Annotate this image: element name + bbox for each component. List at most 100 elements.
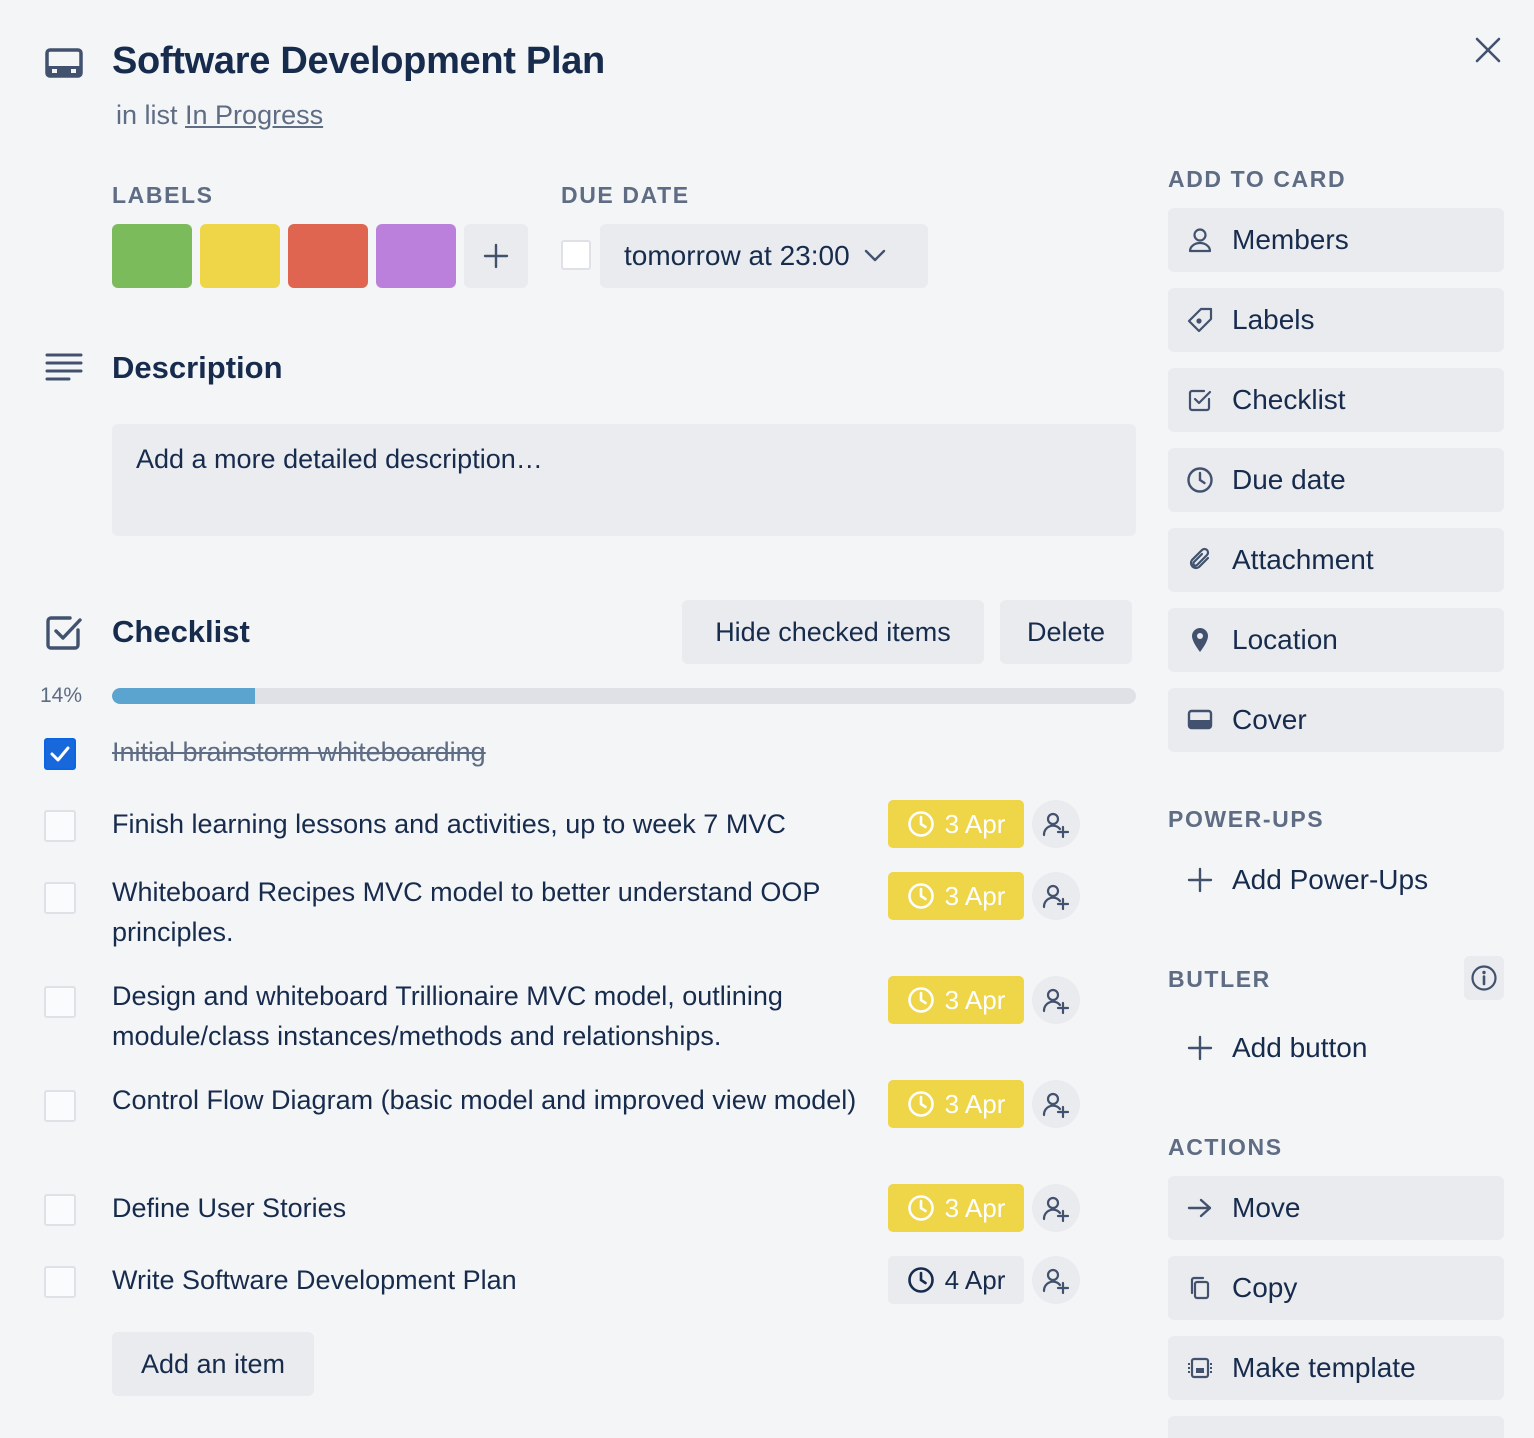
location-button-label: Location [1232,624,1338,655]
members-button-label: Members [1232,224,1349,255]
assign-member-button[interactable] [1032,872,1080,920]
checklist-progress-fill [112,688,256,704]
clock-icon [907,1267,934,1293]
checklist-item-text[interactable]: Finish learning lessons and activities, … [112,804,872,844]
due-date-sidebar-button[interactable]: Due date [1168,448,1504,512]
more-actions-button[interactable] [1168,1416,1504,1438]
power-ups-heading: POWER-UPS [1168,806,1325,832]
label-chip-purple[interactable] [376,224,456,288]
cover-icon [1187,709,1213,730]
add-member-icon [1042,988,1070,1014]
copy-button[interactable]: Copy [1168,1256,1504,1320]
item-due-badge[interactable]: 3 Apr [888,976,1024,1024]
checklist-item-text[interactable]: Whiteboard Recipes MVC model to better u… [112,872,872,952]
item-due-badge[interactable]: 3 Apr [888,872,1024,920]
due-date-complete-checkbox[interactable] [561,240,591,270]
close-button[interactable] [1466,28,1510,72]
assign-member-button[interactable] [1032,976,1080,1024]
card-title[interactable]: Software Development Plan [112,40,605,83]
checklist-heading: Checklist [112,614,250,649]
attachment-button[interactable]: Attachment [1168,528,1504,592]
cover-button[interactable]: Cover [1168,688,1504,752]
move-button[interactable]: Move [1168,1176,1504,1240]
due-date-button[interactable]: tomorrow at 23:00 [600,224,928,288]
label-chip-yellow[interactable] [200,224,280,288]
actions-heading: ACTIONS [1168,1134,1283,1160]
butler-info-button[interactable] [1464,956,1504,1000]
delete-checklist-button[interactable]: Delete [1000,600,1132,664]
plus-icon [483,243,509,269]
add-label-button[interactable] [464,224,528,288]
list-name-link[interactable]: In Progress [185,100,323,130]
label-chip-green[interactable] [112,224,192,288]
template-icon [1188,1357,1212,1379]
assign-member-button[interactable] [1032,800,1080,848]
tag-icon [1187,307,1213,333]
card-icon [44,46,84,82]
copy-icon [1190,1276,1210,1300]
add-item-button[interactable]: Add an item [112,1332,314,1396]
checklist-item-checkbox[interactable] [44,738,76,770]
item-due-badge[interactable]: 3 Apr [888,1080,1024,1128]
location-button[interactable]: Location [1168,608,1504,672]
clock-icon [1187,467,1213,493]
members-button[interactable]: Members [1168,208,1504,272]
label-chip-red[interactable] [288,224,368,288]
item-due-badge[interactable]: 4 Apr [888,1256,1024,1304]
clock-icon [907,987,934,1013]
pin-icon [1192,628,1208,652]
add-power-ups-button[interactable]: Add Power-Ups [1168,848,1504,912]
labels-heading: LABELS [112,182,214,208]
labels-button[interactable]: Labels [1168,288,1504,352]
close-icon [1475,37,1501,63]
make-template-button[interactable]: Make template [1168,1336,1504,1400]
add-member-icon [1042,1268,1070,1294]
checklist-item-text[interactable]: Design and whiteboard Trillionaire MVC m… [112,976,872,1056]
copy-button-label: Copy [1232,1272,1298,1303]
description-heading: Description [112,350,283,385]
checkmark-icon [50,746,70,762]
item-due-date: 4 Apr [944,1264,1006,1295]
add-butler-button[interactable]: Add button [1168,1016,1504,1080]
clock-icon [907,883,934,909]
item-due-date: 3 Apr [944,808,1006,839]
checklist-item-checkbox[interactable] [44,986,76,1018]
add-power-ups-label: Add Power-Ups [1232,864,1429,895]
checklist-progress-bar [112,688,1136,704]
assign-member-button[interactable] [1032,1184,1080,1232]
labels-button-label: Labels [1232,304,1315,335]
item-due-badge[interactable]: 3 Apr [888,800,1024,848]
checklist-item-text[interactable]: Define User Stories [112,1188,872,1228]
cover-button-label: Cover [1232,704,1307,735]
arrow-right-icon [1187,1198,1212,1218]
checklist-button[interactable]: Checklist [1168,368,1504,432]
add-member-icon [1042,1092,1070,1118]
hide-checked-items-button[interactable]: Hide checked items [682,600,984,664]
butler-heading: BUTLER [1168,966,1271,992]
checklist-item-text[interactable]: Initial brainstorm whiteboarding [112,732,486,772]
checklist-item-checkbox[interactable] [44,1194,76,1226]
labels-list [112,224,528,288]
checkbox-icon [1188,389,1212,412]
checklist-item-checkbox[interactable] [44,882,76,914]
paperclip-icon [1189,547,1210,570]
clock-icon [907,811,934,837]
checklist-item-checkbox[interactable] [44,1090,76,1122]
checklist-icon [44,612,84,652]
checklist-item-checkbox[interactable] [44,810,76,842]
description-input[interactable]: Add a more detailed description… [112,424,1136,536]
make-template-label: Make template [1232,1352,1416,1383]
description-icon [44,350,84,386]
item-due-date: 3 Apr [944,1192,1006,1223]
assign-member-button[interactable] [1032,1256,1080,1304]
add-member-icon [1042,884,1070,910]
assign-member-button[interactable] [1032,1080,1080,1128]
item-due-date: 3 Apr [944,1088,1006,1119]
move-button-label: Move [1232,1192,1301,1223]
add-to-card-heading: ADD TO CARD [1168,166,1347,192]
checklist-item-text[interactable]: Write Software Development Plan [112,1260,872,1300]
item-due-badge[interactable]: 3 Apr [888,1184,1024,1232]
checklist-item-checkbox[interactable] [44,1266,76,1298]
checklist-item-text[interactable]: Control Flow Diagram (basic model and im… [112,1080,872,1120]
in-list-text: in list In Progress [116,100,323,131]
